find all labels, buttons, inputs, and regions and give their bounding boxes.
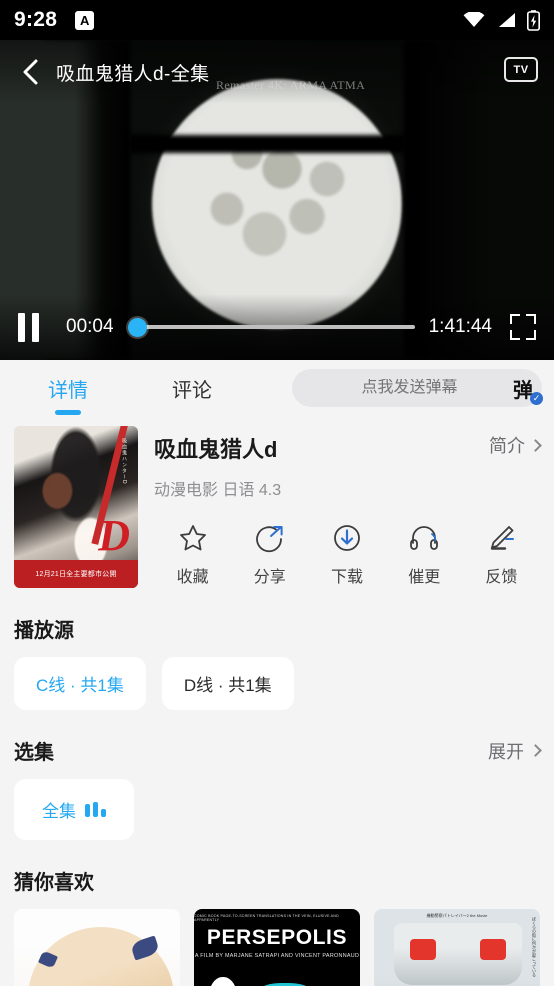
intro-label: 简介 — [489, 436, 525, 456]
fullscreen-corner-tr — [526, 314, 536, 324]
tab-detail[interactable]: 详情 — [42, 374, 94, 403]
share-icon — [255, 526, 283, 553]
tab-comment[interactable]: 评论 — [166, 374, 218, 403]
progress-slider[interactable] — [128, 317, 415, 337]
progress-thumb[interactable] — [128, 317, 148, 337]
poster-release-band: 12月21日全主要都市公開 — [14, 560, 138, 588]
patlabor-side-text: ぼくらの街に何かが起こっている — [532, 917, 537, 977]
episodes-expand-label: 展开 — [488, 741, 524, 762]
recommend-section: 猜你喜欢 — [0, 866, 554, 895]
play-source-section: 播放源 C线 · 共1集 D线 · 共1集 — [0, 614, 554, 710]
pause-button[interactable] — [18, 312, 46, 342]
duration-time: 1:41:44 — [428, 316, 492, 337]
episode-list: 全集 — [14, 779, 540, 840]
app-badge-icon: A — [75, 10, 95, 30]
episodes-header: 选集 展开 — [14, 736, 542, 765]
status-bar: 9:28 A — [0, 0, 554, 40]
media-info: 吸血鬼ハンターD D 12月21日全主要都市公開 吸血鬼猎人d 简介 动漫电影 … — [0, 416, 554, 588]
episodes-title: 选集 — [14, 742, 54, 764]
pencil-icon — [491, 526, 515, 550]
app-screen: 9:28 A 吸血鬼猎人d-全集 TV Remaster 4K: ARMA AT… — [0, 0, 554, 986]
headphones-icon — [410, 526, 439, 550]
pause-bar-right — [32, 312, 39, 342]
action-feedback[interactable]: 反馈 — [463, 522, 540, 587]
chevron-right-icon — [529, 744, 542, 757]
intro-link[interactable]: 简介 — [489, 432, 542, 458]
play-source-option-d[interactable]: D线 · 共1集 — [161, 657, 294, 710]
current-time: 00:04 — [66, 316, 114, 337]
cast-tv-button[interactable]: TV — [504, 57, 540, 87]
action-favorite-label: 收藏 — [176, 569, 209, 586]
back-button[interactable] — [14, 55, 48, 89]
player-controls: 00:04 1:41:44 — [0, 294, 554, 360]
episode-label: 全集 — [42, 802, 76, 821]
recommend-title: 猜你喜欢 — [14, 872, 94, 894]
status-time: 9:28 — [14, 8, 58, 31]
tv-icon: TV — [504, 57, 538, 82]
video-title: 吸血鬼猎人d-全集 — [56, 63, 210, 85]
wifi-icon — [463, 12, 485, 27]
action-favorite[interactable]: 收藏 — [154, 522, 231, 587]
video-watermark: Remaster 4K: ARMA ATMA — [216, 78, 366, 92]
patlabor-eye-right — [480, 939, 506, 960]
persepolis-title: PERSEPOLIS — [206, 926, 348, 949]
play-source-title: 播放源 — [14, 620, 74, 642]
episodes-section: 选集 展开 全集 — [0, 736, 554, 840]
recommend-header: 猜你喜欢 — [14, 866, 540, 895]
battery-charging-icon — [527, 9, 540, 31]
play-source-options: C线 · 共1集 D线 · 共1集 — [14, 657, 540, 710]
status-icons — [463, 9, 540, 31]
media-meta: 吸血鬼猎人d 简介 动漫电影 日语 4.3 收藏 分享 下载 催更 反馈 — [138, 426, 542, 588]
action-download-label: 下载 — [331, 569, 364, 586]
persepolis-tagline: COMIC BOOK PAGE-TO-SCREEN TRANSLATIONS I… — [194, 914, 339, 922]
download-icon — [334, 525, 360, 551]
fullscreen-button[interactable] — [510, 314, 536, 340]
signal-icon — [499, 13, 515, 27]
progress-track — [129, 325, 415, 329]
action-request-update[interactable]: 催更 — [386, 522, 463, 587]
danmaku-input[interactable] — [306, 379, 513, 397]
episodes-expand-link[interactable]: 展开 — [488, 738, 542, 764]
recommend-list: COMIC BOOK PAGE-TO-SCREEN TRANSLATIONS I… — [0, 909, 554, 986]
media-title: 吸血鬼猎人d — [154, 437, 278, 462]
play-source-option-c[interactable]: C线 · 共1集 — [14, 657, 146, 710]
persepolis-face-shape — [208, 977, 238, 986]
episode-item-all[interactable]: 全集 — [14, 779, 134, 840]
play-source-header: 播放源 — [14, 614, 540, 643]
recommend-item-anime[interactable] — [14, 909, 180, 986]
action-share[interactable]: 分享 — [231, 522, 308, 587]
action-bar: 收藏 分享 下载 催更 反馈 — [154, 522, 540, 587]
video-player[interactable]: 吸血鬼猎人d-全集 TV Remaster 4K: ARMA ATMA 00:0… — [0, 40, 554, 360]
now-playing-equalizer-icon — [85, 802, 106, 817]
action-share-label: 分享 — [253, 569, 286, 586]
poster-title-letter: D — [98, 511, 130, 560]
detail-panel: 吸血鬼ハンターD D 12月21日全主要都市公開 吸血鬼猎人d 简介 动漫电影 … — [0, 416, 554, 986]
player-top-bar: 吸血鬼猎人d-全集 TV — [0, 40, 554, 104]
danmaku-toggle-button[interactable]: 弹 ✓ — [513, 374, 543, 405]
poster-thumbnail[interactable]: 吸血鬼ハンターD D 12月21日全主要都市公開 — [14, 426, 138, 588]
chevron-right-icon — [529, 438, 542, 452]
action-download[interactable]: 下载 — [308, 522, 385, 587]
danmaku-bar[interactable]: 弹 ✓ — [292, 369, 543, 407]
danmaku-enabled-badge-icon: ✓ — [530, 391, 543, 405]
star-icon — [179, 525, 206, 551]
media-title-row: 吸血鬼猎人d 简介 — [154, 432, 542, 464]
fullscreen-corner-br — [526, 330, 536, 340]
back-chevron-icon — [23, 59, 38, 85]
persepolis-subtitle: A FILM BY MARJANE SATRAPI AND VINCENT PA… — [194, 953, 360, 959]
recommend-item-persepolis[interactable]: COMIC BOOK PAGE-TO-SCREEN TRANSLATIONS I… — [194, 909, 360, 986]
recommend-item-patlabor[interactable]: 機動警察パトレイバー2 the Movie ぼくらの街に何かが起こっている PA… — [374, 909, 540, 986]
fullscreen-corner-bl — [510, 330, 520, 340]
media-submeta: 动漫电影 日语 4.3 — [154, 482, 282, 499]
action-feedback-label: 反馈 — [485, 569, 518, 586]
fullscreen-corner-tl — [510, 314, 520, 324]
tab-bar: 详情 评论 弹 ✓ — [0, 360, 554, 416]
pause-bar-left — [18, 312, 25, 342]
poster-side-text: 吸血鬼ハンターD — [121, 438, 127, 485]
patlabor-eye-left — [410, 939, 436, 960]
action-request-update-label: 催更 — [408, 569, 441, 586]
patlabor-top-text: 機動警察パトレイバー2 the Movie — [426, 913, 488, 918]
